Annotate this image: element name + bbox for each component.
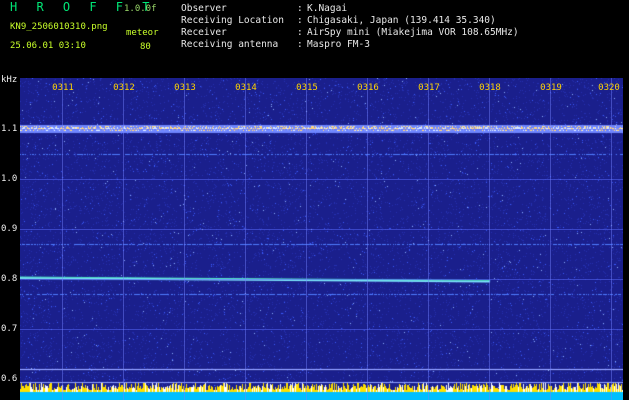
x-tick-label: 0317 xyxy=(418,83,440,93)
y-gridline xyxy=(20,129,623,130)
spectrogram-canvas xyxy=(20,78,623,400)
x-gridline xyxy=(489,78,490,400)
x-gridline xyxy=(367,78,368,400)
y-tick-label: 0.7 xyxy=(1,324,18,334)
x-gridline xyxy=(62,78,63,400)
spectrogram-plot[interactable] xyxy=(20,78,623,400)
x-tick-label: 0318 xyxy=(479,83,501,93)
observer-label: Observer xyxy=(181,3,227,14)
y-tick-label: 0.6 xyxy=(1,374,18,384)
x-gridline xyxy=(550,78,551,400)
y-tick-label: 0.8 xyxy=(1,274,18,284)
y-tick-label: 0.9 xyxy=(1,224,18,234)
y-gridline xyxy=(20,279,623,280)
y-gridline xyxy=(20,179,623,180)
y-tick-label: 1.1 xyxy=(1,124,18,134)
y-gridline xyxy=(20,329,623,330)
y-gridline xyxy=(20,229,623,230)
location-value: Chigasaki, Japan (139.414 35.340) xyxy=(307,15,496,26)
observer-value: K.Nagai xyxy=(307,3,348,14)
x-gridline xyxy=(245,78,246,400)
x-tick-label: 0320 xyxy=(598,83,620,93)
antenna-label: Receiving antenna xyxy=(181,39,279,50)
antenna-colon: : xyxy=(297,39,303,50)
x-tick-label: 0314 xyxy=(235,83,257,93)
x-tick-label: 0312 xyxy=(113,83,135,93)
meteor-count-label: meteor xyxy=(126,28,159,38)
y-tick-label: 1.0 xyxy=(1,174,18,184)
meteor-count-value: 80 xyxy=(140,42,151,52)
x-gridline xyxy=(611,78,612,400)
image-filename: KN9_2506010310.png xyxy=(10,22,108,32)
y-gridline xyxy=(20,369,623,370)
location-colon: : xyxy=(297,15,303,26)
x-tick-label: 0316 xyxy=(357,83,379,93)
capture-datetime: 25.06.01 03:10 xyxy=(10,41,86,51)
hrofft-window: H R O F F T 1.0.0f KN9_2506010310.png me… xyxy=(0,0,629,400)
x-gridline xyxy=(306,78,307,400)
receiver-label: Receiver xyxy=(181,27,227,38)
x-gridline xyxy=(428,78,429,400)
x-gridline xyxy=(123,78,124,400)
x-gridline xyxy=(184,78,185,400)
x-tick-label: 0315 xyxy=(296,83,318,93)
receiver-value: AirSpy mini (Miakejima VOR 108.65MHz) xyxy=(307,27,519,38)
location-label: Receiving Location xyxy=(181,15,284,26)
antenna-value: Maspro FM-3 xyxy=(307,39,370,50)
x-tick-label: 0313 xyxy=(174,83,196,93)
y-axis-unit: kHz xyxy=(1,75,18,85)
x-tick-label: 0311 xyxy=(52,83,74,93)
x-tick-label: 0319 xyxy=(540,83,562,93)
receiver-colon: : xyxy=(297,27,303,38)
observer-colon: : xyxy=(297,3,303,14)
app-version: 1.0.0f xyxy=(124,4,157,14)
